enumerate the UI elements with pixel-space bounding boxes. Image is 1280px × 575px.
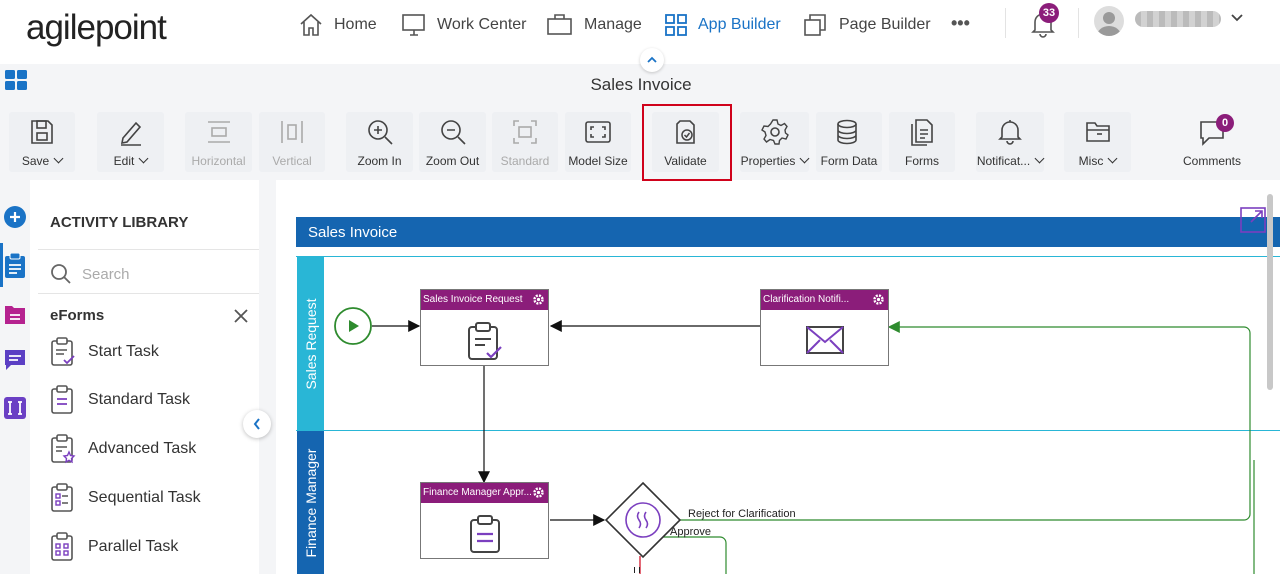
task-clarification-notification[interactable]: Clarification Notifi... [760, 289, 889, 366]
flow-reject-for-clarification [668, 321, 1251, 521]
task-title: Finance Manager Appr... [423, 487, 532, 498]
flow-approve [660, 536, 727, 574]
gear-icon[interactable] [532, 293, 545, 306]
clipboard-icon [469, 515, 500, 553]
task-sales-invoice-request[interactable]: Sales Invoice Request [420, 289, 549, 366]
task-title: Clarification Notifi... [763, 294, 850, 305]
task-title: Sales Invoice Request [423, 294, 523, 305]
gear-icon[interactable] [532, 486, 545, 499]
flow-label-approve[interactable]: Approve [670, 526, 711, 538]
flow-label-reject[interactable]: Reject for Clarification [688, 508, 796, 520]
gear-icon[interactable] [872, 293, 885, 306]
canvas-scrollbar[interactable] [1267, 194, 1273, 390]
flow-connectors [334, 307, 1255, 574]
envelope-icon [805, 326, 844, 354]
clipboard-check-icon [467, 322, 502, 360]
task-finance-manager-approval[interactable]: Finance Manager Appr... [420, 482, 549, 559]
gateway-icon-ring [625, 502, 661, 538]
